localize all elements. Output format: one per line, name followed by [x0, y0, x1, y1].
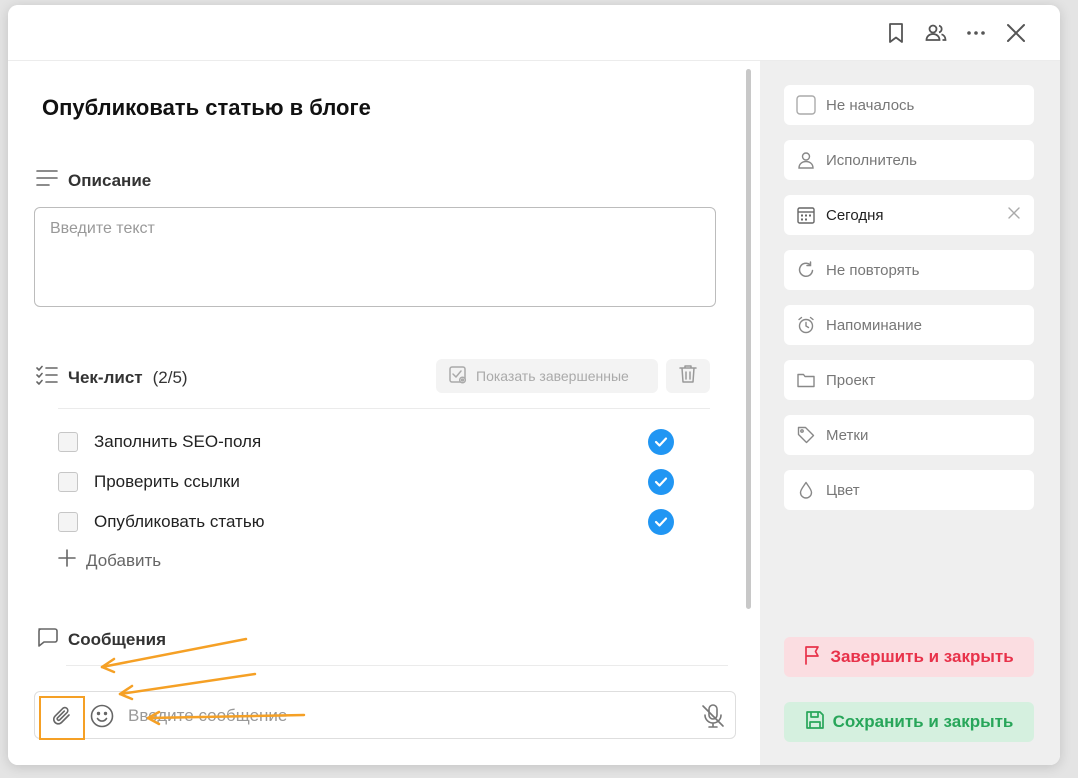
description-input[interactable]: Введите текст — [34, 207, 716, 307]
project-select[interactable]: Проект — [784, 360, 1034, 400]
chat-icon — [36, 627, 58, 652]
folder-icon — [796, 370, 816, 390]
tag-icon — [796, 425, 816, 445]
assignee-select[interactable]: Исполнитель — [784, 140, 1034, 180]
tags-label: Метки — [826, 426, 869, 444]
task-details-panel: Опубликовать статью в блоге Описание Вве… — [8, 61, 760, 765]
due-date-label: Сегодня — [826, 206, 884, 224]
checklist-header: Чек-лист (2/5) — [36, 365, 188, 390]
add-item-label: Добавить — [86, 550, 162, 570]
show-completed-label: Показать завершенные — [476, 368, 629, 384]
emoji-icon[interactable] — [89, 703, 115, 729]
add-checklist-item-button[interactable]: Добавить — [58, 549, 161, 572]
repeat-label: Не повторять — [826, 261, 920, 279]
alarm-icon — [796, 315, 816, 335]
complete-label: Завершить и закрыть — [830, 647, 1014, 666]
more-icon[interactable] — [964, 21, 988, 45]
status-label: Не началось — [826, 96, 915, 114]
task-modal: Опубликовать статью в блоге Описание Вве… — [8, 5, 1060, 765]
check-done-icon[interactable] — [648, 469, 674, 495]
attach-button[interactable] — [39, 696, 85, 740]
users-icon[interactable] — [924, 21, 948, 45]
messages-header: Сообщения — [36, 627, 166, 652]
plus-icon — [58, 549, 76, 572]
drop-icon — [796, 480, 816, 500]
reminder-label: Напоминание — [826, 316, 922, 334]
checklist-item: Заполнить SEO-поля — [58, 427, 674, 457]
task-title[interactable]: Опубликовать статью в блоге — [42, 95, 371, 121]
reminder-select[interactable]: Напоминание — [784, 305, 1034, 345]
checklist-item: Опубликовать статью — [58, 507, 674, 537]
checklist-item-text[interactable]: Заполнить SEO-поля — [94, 432, 261, 452]
description-header: Описание — [36, 168, 151, 193]
checklist-count: (2/5) — [152, 367, 188, 387]
trash-icon — [679, 364, 697, 389]
check-done-icon[interactable] — [648, 509, 674, 535]
save-label: Сохранить и закрыть — [832, 712, 1014, 731]
messages-divider — [66, 665, 728, 666]
description-icon — [36, 168, 58, 193]
complete-and-close-button[interactable]: Завершить и закрыть — [784, 637, 1034, 677]
scrollbar[interactable] — [746, 69, 751, 609]
calendar-icon — [796, 205, 816, 225]
paperclip-icon — [51, 704, 73, 733]
checklist-item: Проверить ссылки — [58, 467, 674, 497]
checklist-divider — [58, 408, 710, 409]
delete-checklist-button[interactable] — [666, 359, 710, 393]
checklist-item-checkbox[interactable] — [58, 432, 78, 452]
color-select[interactable]: Цвет — [784, 470, 1034, 510]
flag-icon — [804, 645, 822, 670]
due-date-select[interactable]: Сегодня — [784, 195, 1034, 235]
messages-label: Сообщения — [68, 629, 166, 649]
color-label: Цвет — [826, 481, 860, 499]
show-completed-icon — [448, 365, 468, 388]
clear-date-icon[interactable] — [1008, 206, 1020, 223]
description-label: Описание — [68, 170, 152, 190]
modal-header — [8, 5, 1060, 61]
repeat-icon — [796, 260, 816, 280]
check-done-icon[interactable] — [648, 429, 674, 455]
mic-off-icon[interactable] — [699, 702, 727, 730]
checklist-item-checkbox[interactable] — [58, 512, 78, 532]
checklist-label: Чек-лист — [68, 367, 143, 387]
show-completed-button[interactable]: Показать завершенные — [436, 359, 658, 393]
checklist-item-text[interactable]: Опубликовать статью — [94, 512, 264, 532]
tags-select[interactable]: Метки — [784, 415, 1034, 455]
bookmark-icon[interactable] — [884, 21, 908, 45]
task-properties-panel: Не началось Исполнитель Сегодня Не повто… — [760, 61, 1060, 765]
annotation-arrows — [100, 637, 306, 726]
checklist-icon — [36, 365, 58, 390]
message-composer: Введите сообщение — [34, 691, 736, 740]
save-and-close-button[interactable]: Сохранить и закрыть — [784, 702, 1034, 742]
repeat-select[interactable]: Не повторять — [784, 250, 1034, 290]
project-label: Проект — [826, 371, 876, 389]
floppy-icon — [805, 710, 825, 735]
message-input[interactable]: Введите сообщение — [128, 706, 287, 726]
status-select[interactable]: Не началось — [784, 85, 1034, 125]
user-icon — [796, 150, 816, 170]
assignee-label: Исполнитель — [826, 151, 917, 169]
checklist-item-text[interactable]: Проверить ссылки — [94, 472, 240, 492]
checkbox-icon — [796, 95, 816, 115]
checklist-item-checkbox[interactable] — [58, 472, 78, 492]
close-icon[interactable] — [1004, 21, 1028, 45]
